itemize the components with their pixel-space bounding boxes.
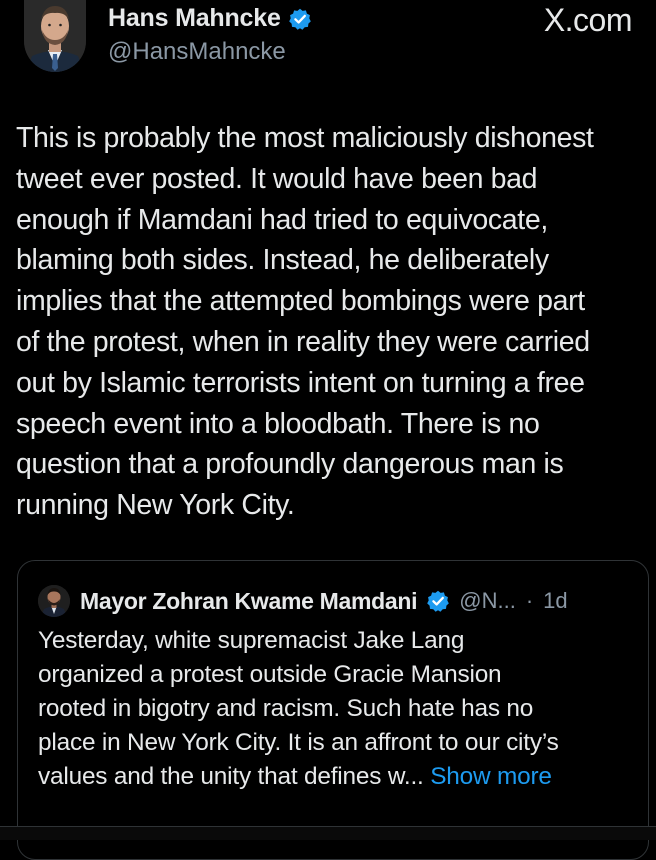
quoted-text-line: rooted in bigotry and racism. Such hate … (38, 695, 534, 722)
quoted-text-line: Yesterday, white supremacist Jake Lang (38, 627, 465, 654)
author-avatar-image (24, 0, 86, 72)
tweet-header: Hans Mahncke @HansMahncke X.com (0, 0, 656, 80)
tweet-text: This is probably the most maliciously di… (16, 118, 648, 526)
quoted-author-display-name[interactable]: Mayor Zohran Kwame Mamdani (80, 588, 418, 615)
quoted-text-truncated: values and the unity that defines w... (38, 763, 424, 790)
meta-separator: · (525, 588, 534, 613)
quoted-tweet-header: Mayor Zohran Kwame Mamdani @N... · 1d (38, 585, 568, 617)
tweet-text-line: running New York City. (16, 489, 295, 522)
tweet-text-line: speech event into a bloodbath. There is … (16, 407, 540, 440)
author-display-name[interactable]: Hans Mahncke (108, 4, 281, 33)
tweet-text-line: enough if Mamdani had tried to equivocat… (16, 203, 548, 236)
show-more-link[interactable]: Show more (430, 763, 552, 790)
tweet-text-line: implies that the attempted bombings were… (16, 285, 585, 318)
quoted-tweet-text: Yesterday, white supremacist Jake Lang o… (38, 624, 638, 794)
quoted-text-line: place in New York City. It is an affront… (38, 729, 559, 756)
author-name-row: Hans Mahncke (108, 4, 311, 33)
author-handle[interactable]: @HansMahncke (108, 38, 286, 66)
quoted-text-last-line: values and the unity that defines w... S… (38, 760, 638, 794)
tweet-text-line: of the protest, when in reality they wer… (16, 325, 590, 358)
quoted-text-line: organized a protest outside Gracie Mansi… (38, 661, 502, 688)
author-avatar[interactable] (24, 0, 86, 72)
tweet-text-line: tweet ever posted. It would have been ba… (16, 162, 538, 195)
quoted-author-avatar[interactable] (38, 585, 70, 617)
quoted-tweet-card[interactable]: Mayor Zohran Kwame Mamdani @N... · 1d Ye… (17, 560, 649, 860)
tweet-text-line: blaming both sides. Instead, he delibera… (16, 244, 549, 277)
x-com-brand: X.com (543, 2, 633, 38)
tweet-text-line: question that a profoundly dangerous man… (16, 448, 564, 481)
quoted-author-handle[interactable]: @N... (459, 588, 516, 614)
quoted-author-avatar-image (38, 585, 70, 617)
bottom-edge (0, 826, 656, 840)
tweet-text-line: This is probably the most maliciously di… (16, 122, 594, 154)
quoted-tweet-age[interactable]: 1d (543, 588, 567, 614)
verified-badge-icon (288, 8, 311, 30)
verified-badge-icon (427, 590, 450, 612)
tweet-text-line: out by Islamic terrorists intent on turn… (16, 366, 585, 399)
